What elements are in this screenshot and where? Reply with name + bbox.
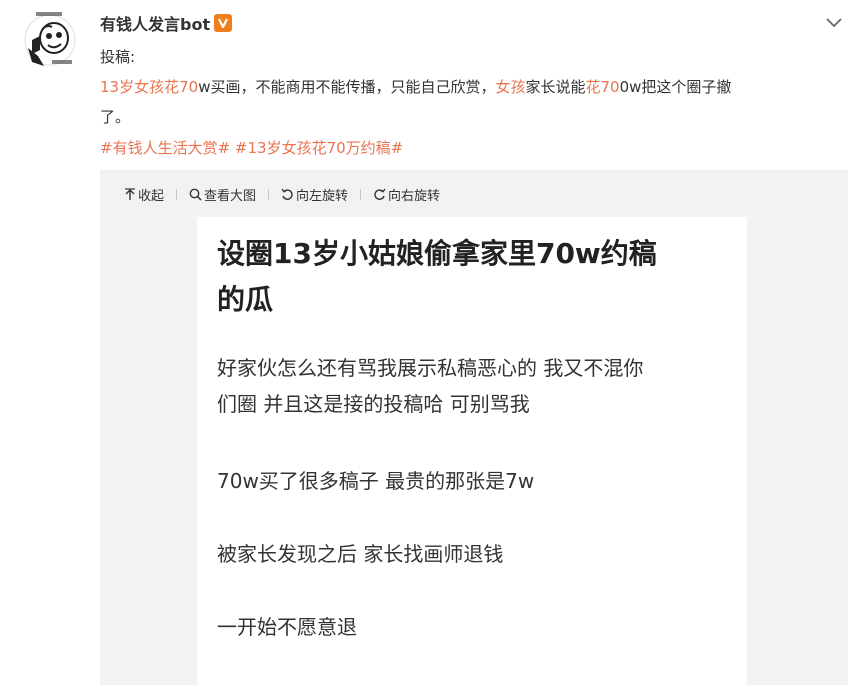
- image-paragraph: 70w买了很多稿子 最贵的那张是7w: [217, 469, 535, 493]
- topic-tags: #有钱人生活大赏# #13岁女孩花70万约稿#: [100, 134, 403, 162]
- rotate-right-label: 向右旋转: [388, 188, 441, 204]
- view-large-button[interactable]: 查看大图: [189, 185, 256, 204]
- avatar[interactable]: [24, 10, 76, 70]
- post-line-3: 了。: [100, 108, 131, 126]
- highlight-text[interactable]: 13岁女孩花70: [100, 78, 198, 96]
- plain-text: 0w把这个圈子撤: [619, 78, 732, 96]
- rotate-left-icon: [281, 188, 293, 200]
- collapse-button[interactable]: 收起: [124, 185, 164, 204]
- arrow-up-icon: [125, 187, 135, 200]
- image-paragraph: 一开始不愿意退: [217, 615, 357, 639]
- view-large-label: 查看大图: [204, 188, 257, 204]
- chevron-down-icon[interactable]: [823, 12, 845, 34]
- media-viewer: 收起 查看大图 向左旋转 向右旋转 设圈13岁小姑娘偷拿家里70w约稿 的瓜 好…: [100, 170, 848, 687]
- plain-text: 家长说能: [525, 78, 586, 96]
- plain-text: w买画，不能商用不能传播，只能自己欣赏，: [198, 78, 496, 96]
- image-toolbar: 收起 查看大图 向左旋转 向右旋转: [124, 184, 440, 204]
- search-icon: [189, 188, 202, 201]
- image-paragraph: 被家长发现之后 家长找画师退钱: [217, 542, 504, 566]
- avatar-meme-face-icon: [24, 12, 76, 66]
- highlight-text[interactable]: 女孩: [495, 78, 525, 96]
- image-title-line: 的瓜: [217, 283, 274, 316]
- post-text: 投稿: 13岁女孩花70w买画，不能商用不能传播，只能自己欣赏，女孩家长说能花7…: [100, 42, 835, 132]
- topic-tag[interactable]: #13岁女孩花70万约稿#: [235, 139, 403, 157]
- rotate-right-icon: [374, 188, 386, 200]
- rotate-left-button[interactable]: 向左旋转: [281, 185, 348, 204]
- author-header: 有钱人发言bot: [100, 11, 233, 35]
- author-name[interactable]: 有钱人发言bot: [100, 11, 210, 35]
- collapse-label: 收起: [138, 188, 165, 204]
- rotate-left-label: 向左旋转: [296, 188, 349, 204]
- post-line-1: 投稿:: [100, 48, 136, 66]
- image-paragraph: 好家伙怎么还有骂我展示私稿恶心的 我又不混你 们圈 并且这是接的投稿哈 可别骂我: [217, 350, 727, 422]
- highlight-text[interactable]: 花70: [586, 78, 620, 96]
- image-title: 设圈13岁小姑娘偷拿家里70w约稿 的瓜: [217, 231, 737, 323]
- image-text-line: 们圈 并且这是接的投稿哈 可别骂我: [217, 392, 530, 416]
- image-text-line: 好家伙怎么还有骂我展示私稿恶心的 我又不混你: [217, 356, 644, 380]
- image-title-line: 设圈13岁小姑娘偷拿家里70w约稿: [217, 237, 657, 270]
- topic-tag[interactable]: #有钱人生活大赏#: [100, 139, 230, 157]
- post-image[interactable]: 设圈13岁小姑娘偷拿家里70w约稿 的瓜 好家伙怎么还有骂我展示私稿恶心的 我又…: [197, 217, 747, 687]
- rotate-right-button[interactable]: 向右旋转: [373, 185, 440, 204]
- post-line-2: 13岁女孩花70w买画，不能商用不能传播，只能自己欣赏，女孩家长说能花700w把…: [100, 72, 835, 102]
- vip-v-badge-icon: [214, 14, 233, 32]
- toolbar-divider: [360, 188, 362, 200]
- toolbar-divider: [268, 188, 270, 200]
- toolbar-divider: [176, 188, 178, 200]
